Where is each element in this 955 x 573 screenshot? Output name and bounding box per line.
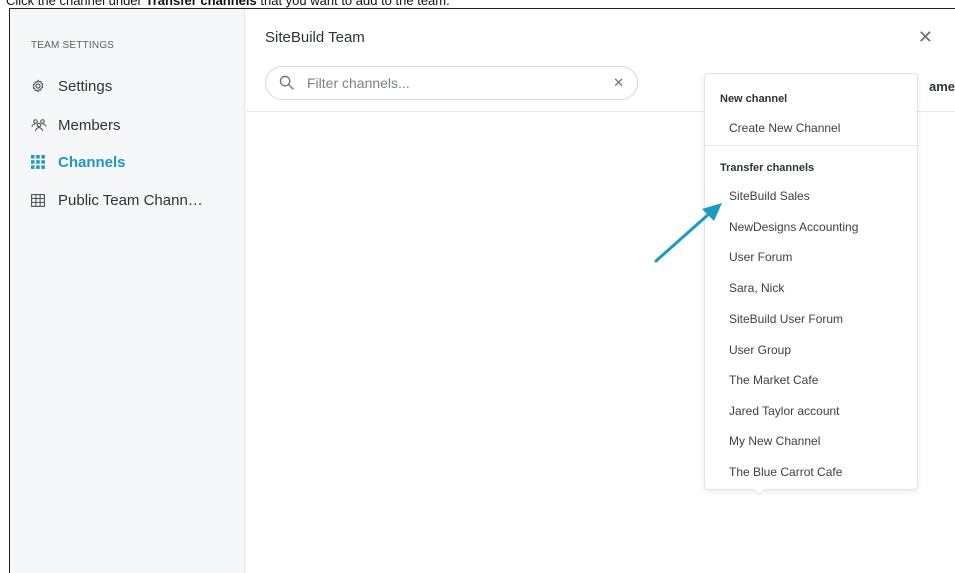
gear-icon: [31, 78, 51, 94]
new-channel-section-label: New channel: [720, 93, 788, 105]
sidebar-item-label: Settings: [58, 77, 113, 95]
channel-item[interactable]: User Forum: [729, 250, 792, 264]
channel-item[interactable]: SiteBuild User Forum: [729, 312, 843, 326]
sidebar-heading: TEAM SETTINGS: [31, 40, 115, 51]
sidebar-item-label: Public Team Chann…: [58, 191, 203, 209]
team-settings-modal: TEAM SETTINGS Settings Members Channels …: [9, 8, 955, 573]
table-icon: [31, 192, 51, 208]
instruction-caption: Click the channel under Transfer channel…: [6, 0, 450, 8]
search-icon: [279, 75, 295, 91]
channel-item[interactable]: User Group: [729, 343, 791, 357]
caption-suffix: that you want to add to the team.: [256, 0, 450, 8]
channel-item[interactable]: SiteBuild Sales: [729, 189, 810, 203]
channel-item[interactable]: Jared Taylor account: [729, 404, 840, 418]
channel-item[interactable]: Sara, Nick: [729, 281, 784, 295]
caption-bold: Transfer channels: [145, 0, 257, 8]
transfer-channels-section-label: Transfer channels: [720, 162, 815, 174]
sidebar: TEAM SETTINGS Settings Members Channels …: [10, 9, 245, 573]
sidebar-item-label: Channels: [58, 153, 126, 171]
channel-item[interactable]: The Blue Carrot Cafe: [729, 465, 842, 479]
dropdown-divider: [705, 145, 917, 146]
channel-item[interactable]: NewDesigns Accounting: [729, 220, 858, 234]
filter-channels-input[interactable]: [307, 75, 614, 91]
add-channel-dropdown: New channel Create New Channel Transfer …: [704, 73, 918, 496]
sidebar-item-members[interactable]: Members: [31, 115, 121, 135]
name-column-header[interactable]: ame: [929, 79, 955, 94]
pointer-arrow-icon: [654, 203, 722, 263]
members-icon: [31, 117, 51, 133]
close-icon[interactable]: ✕: [918, 27, 933, 48]
sidebar-item-label: Members: [58, 116, 121, 134]
channel-item[interactable]: My New Channel: [729, 434, 820, 448]
sidebar-item-settings[interactable]: Settings: [31, 76, 112, 96]
sidebar-item-channels[interactable]: Channels: [31, 152, 126, 172]
sidebar-item-public-team-channels[interactable]: Public Team Chann…: [31, 190, 203, 210]
caption-prefix: Click the channel under: [6, 0, 146, 8]
team-title: SiteBuild Team: [265, 29, 365, 46]
channels-grid-icon: [31, 154, 51, 170]
channel-filter: ✕: [265, 66, 638, 100]
clear-filter-icon[interactable]: ✕: [613, 75, 624, 91]
channel-item[interactable]: The Market Cafe: [729, 373, 818, 387]
create-new-channel-item[interactable]: Create New Channel: [729, 121, 840, 135]
